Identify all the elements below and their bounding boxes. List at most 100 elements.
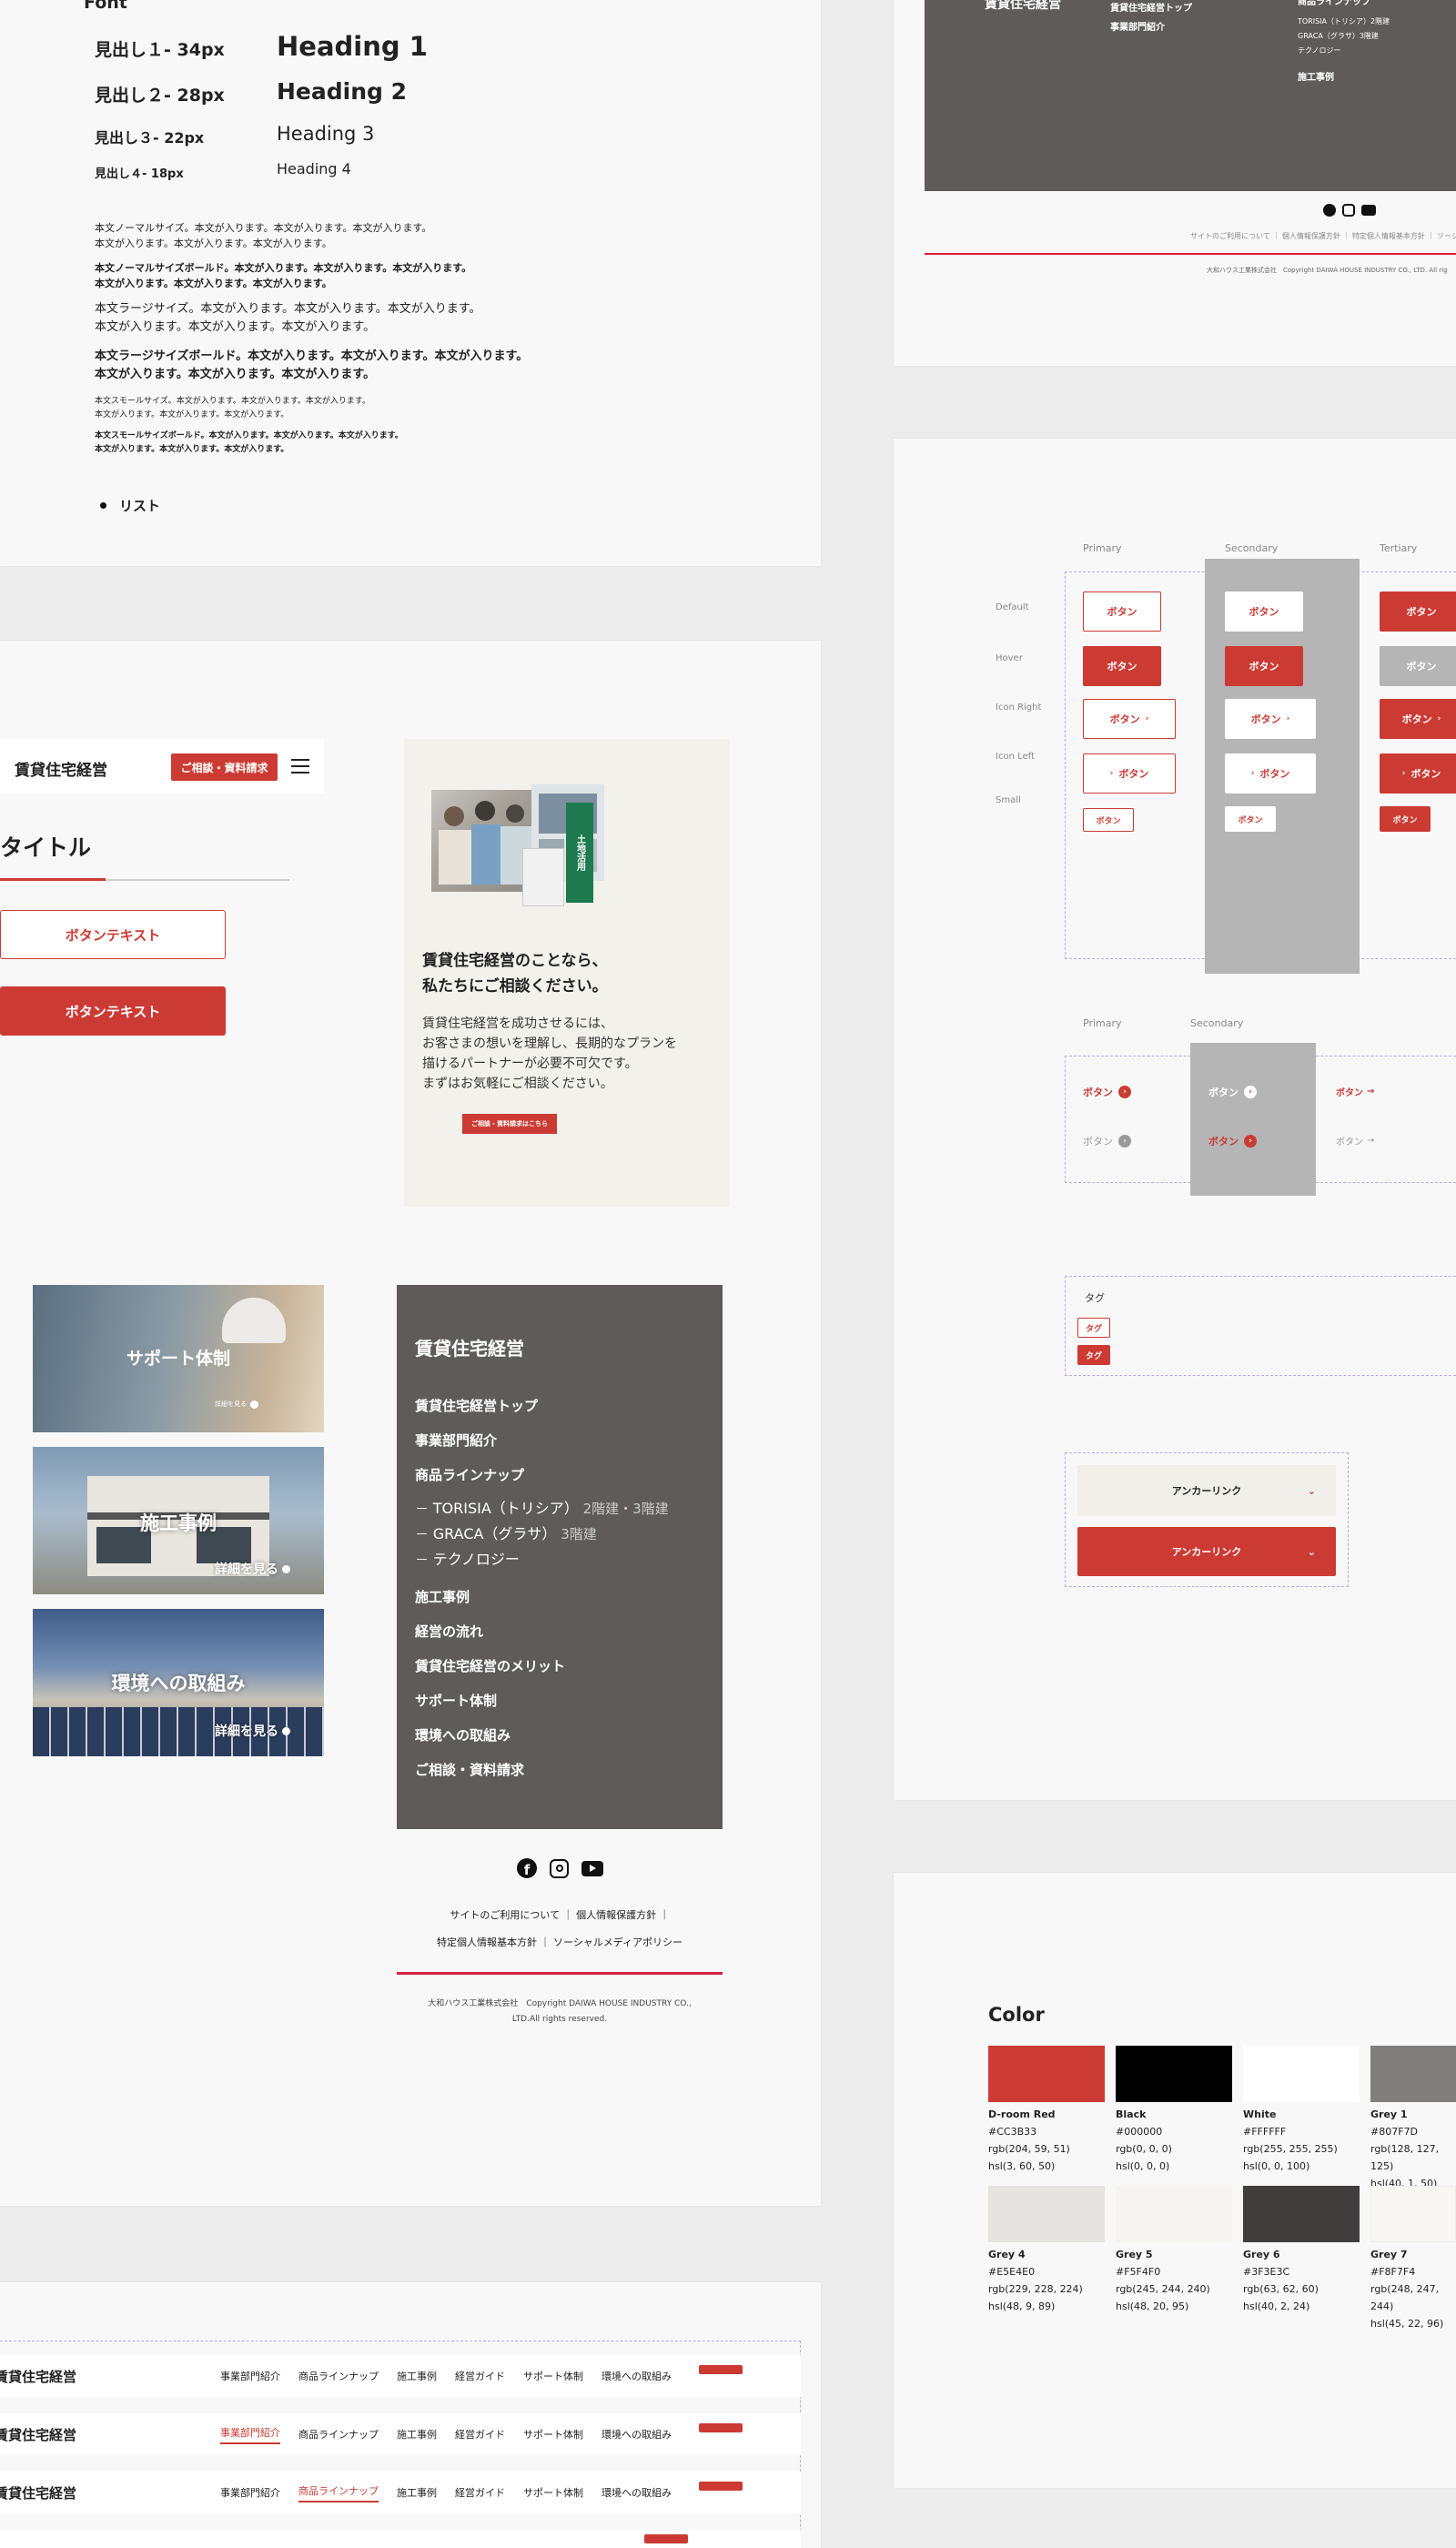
footer-menu-item[interactable]: 施工事例 [415, 1587, 669, 1622]
nav-item[interactable]: 経営ガイド [455, 2369, 505, 2383]
primary-default-button[interactable]: ボタン [1083, 592, 1161, 632]
secondary-icon-right-button[interactable]: ボタン › [1225, 699, 1316, 739]
nav-cta-button[interactable] [699, 2365, 743, 2374]
nav-item[interactable]: 施工事例 [397, 2427, 437, 2442]
footer-submenu-item[interactable]: － TORISIA（トリシア） 2階建・3階建 [415, 1496, 669, 1522]
instagram-icon[interactable] [1342, 204, 1355, 217]
hamburger-icon[interactable] [291, 759, 309, 774]
nav-item[interactable]: 環境への取組み [602, 2427, 672, 2442]
primary-icon-left-button[interactable]: › ボタン [1083, 753, 1176, 794]
link-secondary-hover[interactable]: ボタン › [1208, 1134, 1257, 1148]
mini-footer-link[interactable]: 施工事例 [1298, 69, 1390, 83]
nav-item-active[interactable]: 事業部門紹介 [220, 2425, 280, 2444]
footer-menu-item[interactable]: ご相談・資料請求 [415, 1760, 669, 1795]
nav-cta-button[interactable] [699, 2423, 743, 2432]
font-sample-jp-3: 見出し３- 22px [95, 129, 205, 147]
arrow-circle-icon: › [1244, 1135, 1257, 1148]
secondary-small-button[interactable]: ボタン [1225, 806, 1276, 832]
footer-menu-title[interactable]: 賃貸住宅経営 [415, 1334, 524, 1360]
nav-logo[interactable]: 賃貸住宅経営 [0, 2483, 220, 2502]
nav-item[interactable]: サポート体制 [523, 2369, 583, 2383]
youtube-icon[interactable] [581, 1860, 603, 1876]
nav-item[interactable]: 施工事例 [397, 2369, 437, 2383]
nav-item-active[interactable]: 商品ラインナップ [298, 2483, 379, 2502]
nav-item[interactable]: 商品ラインナップ [298, 2369, 379, 2383]
link-tertiary-hover[interactable]: ボタン → [1336, 1134, 1374, 1148]
font-sample-en-1: Heading 1 [277, 31, 428, 62]
outline-text-button[interactable]: ボタンテキスト [0, 910, 226, 959]
footer-menu-item[interactable]: 環境への取組み [415, 1725, 669, 1760]
nav-item[interactable]: 経営ガイド [455, 2427, 505, 2442]
nav-item[interactable]: サポート体制 [523, 2485, 583, 2500]
submenu-note: 2階建・3階建 [582, 1501, 669, 1517]
footer-menu: 賃貸住宅経営 賃貸住宅経営トップ 事業部門紹介 商品ラインナップ － TORIS… [397, 1285, 723, 1829]
footer-links-line[interactable]: サイトのご利用について ｜ 個人情報保護方針 ｜ [397, 1902, 723, 1929]
primary-icon-right-button[interactable]: ボタン › [1083, 699, 1176, 739]
promo-button[interactable]: ご相談・資料請求はこちら [462, 1114, 557, 1134]
footer-menu-item[interactable]: 経営の流れ [415, 1622, 669, 1656]
tag-outline[interactable]: タグ [1077, 1318, 1110, 1338]
link-tertiary-default[interactable]: ボタン → [1336, 1085, 1374, 1098]
header-logo[interactable]: 賃貸住宅経営 [15, 757, 107, 780]
tertiary-icon-left-button[interactable]: › ボタン [1380, 753, 1456, 794]
tertiary-default-button[interactable]: ボタン [1380, 592, 1456, 632]
header-cta-button[interactable]: ご相談・資料請求 [171, 753, 278, 781]
copyright-line: 大和ハウス工業株式会社 Copyright DAIWA HOUSE INDUST… [428, 1999, 692, 2008]
mini-footer-sublink[interactable]: テクノロジー [1298, 44, 1390, 58]
card-support[interactable]: サポート体制 詳細を見る [33, 1285, 324, 1432]
facebook-icon[interactable] [1323, 204, 1336, 217]
copyright-line: LTD.All rights reserved. [511, 2015, 608, 2024]
footer-menu-item[interactable]: サポート体制 [415, 1691, 669, 1725]
nav-item[interactable]: 商品ラインナップ [298, 2427, 379, 2442]
nav-cta-button[interactable] [699, 2482, 743, 2491]
instagram-icon[interactable] [550, 1858, 569, 1878]
card-construction[interactable]: 施工事例 詳細を見る [33, 1447, 324, 1594]
footer-menu-item[interactable]: 事業部門紹介 [415, 1431, 669, 1465]
nav-item[interactable]: 施工事例 [397, 2485, 437, 2500]
mini-footer-sublink[interactable]: GRACA（グラサ）3階建 [1298, 29, 1390, 44]
filled-text-button[interactable]: ボタンテキスト [0, 986, 226, 1036]
footer-menu-item[interactable]: 賃貸住宅経営トップ [415, 1396, 669, 1431]
tertiary-small-button[interactable]: ボタン [1380, 806, 1431, 832]
primary-hover-button[interactable]: ボタン [1083, 646, 1161, 686]
arrow-icon: › [1250, 769, 1255, 778]
mini-footer-title[interactable]: 賃貸住宅経営 [985, 0, 1061, 13]
nav-item[interactable]: 事業部門紹介 [220, 2369, 280, 2383]
footer-submenu-item[interactable]: － GRACA（グラサ） 3階建 [415, 1522, 669, 1547]
tertiary-icon-right-button[interactable]: ボタン › [1380, 699, 1456, 739]
nav-row: 賃貸住宅経営 事業部門紹介 商品ラインナップ 施工事例 経営ガイド サポート体制… [0, 2413, 801, 2455]
nav-item[interactable]: 事業部門紹介 [220, 2485, 280, 2500]
footer-menu-item[interactable]: 商品ラインナップ [415, 1465, 669, 1496]
tag-filled[interactable]: タグ [1077, 1345, 1110, 1365]
link-primary-default[interactable]: ボタン › [1083, 1085, 1131, 1099]
facebook-icon[interactable]: f [517, 1858, 537, 1878]
nav-item[interactable]: 経営ガイド [455, 2485, 505, 2500]
arrow-circle-icon: › [1244, 1086, 1257, 1098]
secondary-hover-button[interactable]: ボタン [1225, 646, 1303, 686]
footer-menu-item[interactable]: 賃貸住宅経営のメリット [415, 1656, 669, 1691]
nav-logo[interactable]: 賃貸住宅経営 [0, 2367, 220, 2386]
secondary-default-button[interactable]: ボタン [1225, 592, 1303, 632]
nav-logo[interactable]: 賃貸住宅経営 [0, 2425, 220, 2444]
anchor-link-hover[interactable]: アンカーリンク ⌄ [1077, 1527, 1336, 1576]
anchor-link-default[interactable]: アンカーリンク ⌄ [1077, 1465, 1336, 1516]
nav-item[interactable]: サポート体制 [523, 2427, 583, 2442]
card-environment[interactable]: 環境への取組み 詳細を見る [33, 1609, 324, 1756]
primary-small-button[interactable]: ボタン [1083, 808, 1134, 832]
youtube-icon[interactable] [1361, 205, 1376, 216]
footer-links-line[interactable]: 特定個人情報基本方針 ｜ ソーシャルメディアポリシー [397, 1929, 723, 1956]
nav-item[interactable]: 環境への取組み [602, 2369, 672, 2383]
nav-cta-button[interactable] [644, 2534, 688, 2543]
link-primary-hover[interactable]: ボタン › [1083, 1134, 1131, 1148]
row-label-default: Default [996, 602, 1029, 612]
link-secondary-default[interactable]: ボタン › [1208, 1085, 1257, 1099]
nav-item[interactable]: 環境への取組み [602, 2485, 672, 2500]
mini-footer-link[interactable]: 商品ラインナップ [1298, 0, 1390, 9]
footer-submenu-item[interactable]: － テクノロジー [415, 1547, 669, 1587]
swatch-name: Grey 7 [1370, 2249, 1408, 2260]
mini-footer-links[interactable]: サイトのご利用について ｜ 個人情報保護方針 ｜ 特定個人情報基本方針 ｜ ソー… [1190, 231, 1456, 241]
body-normal-bold-line: 本文ノーマルサイズボールド。本文が入ります。本文が入ります。本文が入ります。 [95, 262, 472, 274]
mini-footer-sublink[interactable]: TORISIA（トリシア）2階建 [1298, 15, 1390, 29]
secondary-icon-left-button[interactable]: › ボタン [1225, 753, 1316, 794]
tertiary-hover-button[interactable]: ボタン [1380, 646, 1456, 686]
